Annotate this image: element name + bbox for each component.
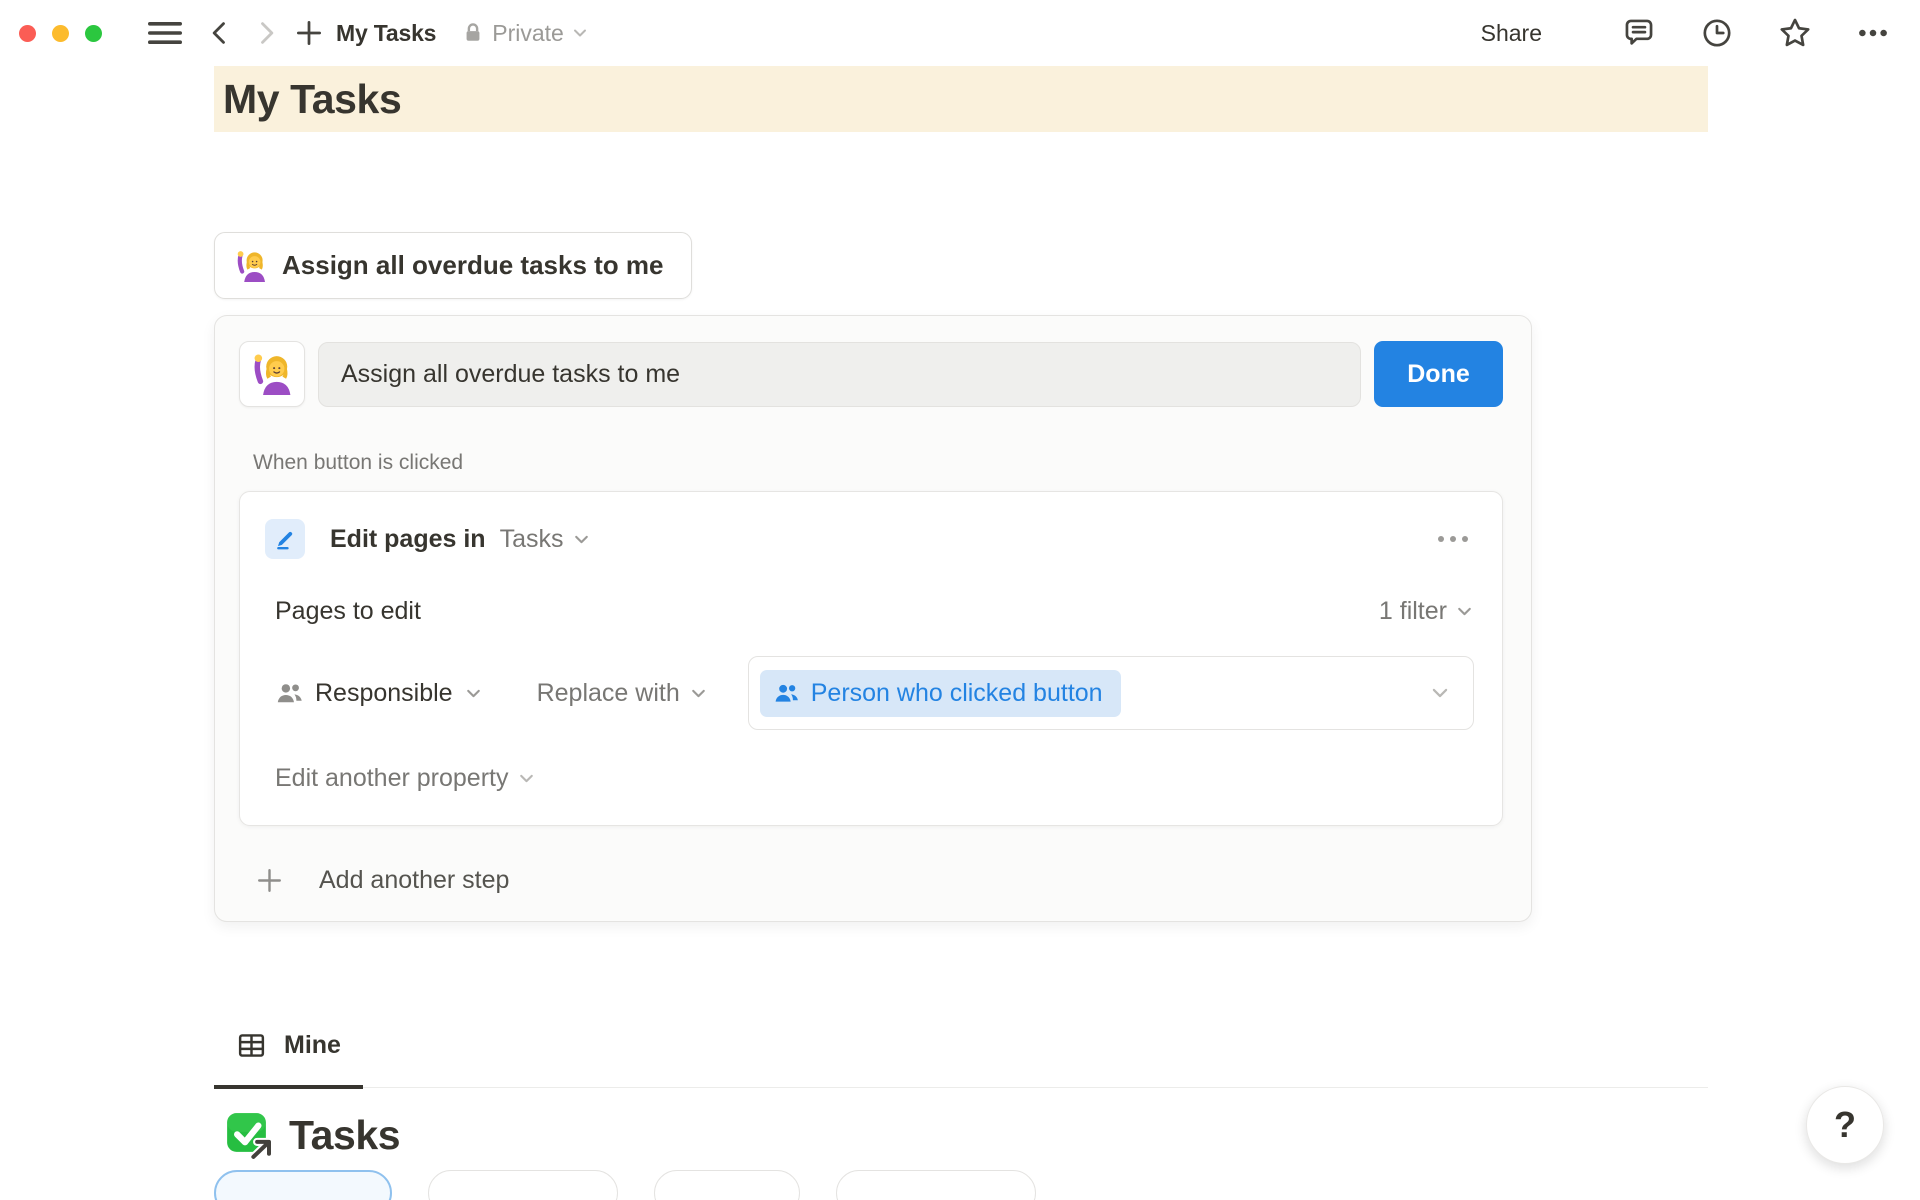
table-view-icon xyxy=(236,1030,267,1061)
more-options-icon[interactable] xyxy=(1856,16,1890,50)
chevron-down-icon xyxy=(1455,602,1474,621)
person-value-label: Person who clicked button xyxy=(811,679,1103,708)
chevron-down-icon xyxy=(572,530,591,549)
button-emoji-picker[interactable] xyxy=(239,341,305,407)
button-name-input[interactable] xyxy=(318,342,1361,407)
tab-mine[interactable]: Mine xyxy=(214,1030,363,1089)
chevron-down-icon xyxy=(1429,682,1451,704)
plus-icon xyxy=(255,866,284,895)
value-selector[interactable]: Person who clicked button xyxy=(748,656,1474,730)
page-title-highlight: My Tasks xyxy=(214,66,1708,132)
comments-icon[interactable] xyxy=(1622,16,1656,50)
woman-raising-hand-emoji xyxy=(251,353,293,395)
step-header: Edit pages in Tasks xyxy=(265,519,1474,559)
add-another-step-button[interactable]: Add another step xyxy=(255,866,1503,895)
new-tab-icon[interactable] xyxy=(294,18,324,48)
traffic-light-close[interactable] xyxy=(19,25,36,42)
property-name-label: Responsible xyxy=(315,679,453,708)
step-action-label: Edit pages in xyxy=(330,525,486,554)
view-tab-bar: Mine xyxy=(214,1030,1708,1088)
favorite-star-icon[interactable] xyxy=(1778,16,1812,50)
lock-icon xyxy=(462,21,484,45)
trigger-label: When button is clicked xyxy=(253,451,1503,475)
view-filter-pills xyxy=(214,1170,1920,1200)
chevron-down-icon xyxy=(517,769,536,788)
automation-step-card: Edit pages in Tasks Pages to edit 1 filt… xyxy=(239,491,1503,826)
edit-another-property-label: Edit another property xyxy=(275,764,508,793)
button-editor-panel: Done When button is clicked Edit pages i… xyxy=(214,315,1532,922)
back-icon[interactable] xyxy=(206,19,234,47)
traffic-light-zoom[interactable] xyxy=(85,25,102,42)
updates-clock-icon[interactable] xyxy=(1700,16,1734,50)
chevron-down-icon xyxy=(571,24,589,42)
chevron-down-icon xyxy=(689,684,708,703)
woman-raising-hand-emoji xyxy=(235,250,267,282)
filter-pill[interactable] xyxy=(654,1170,800,1200)
assign-tasks-button-label: Assign all overdue tasks to me xyxy=(282,250,663,281)
database-title[interactable]: Tasks xyxy=(289,1112,400,1159)
add-another-step-label: Add another step xyxy=(319,866,509,895)
breadcrumb-page-title[interactable]: My Tasks xyxy=(336,20,436,47)
filter-pill[interactable] xyxy=(836,1170,1036,1200)
step-database-selector[interactable]: Tasks xyxy=(500,525,591,554)
people-icon xyxy=(773,680,800,707)
edit-pages-icon xyxy=(265,519,305,559)
done-button[interactable]: Done xyxy=(1374,341,1503,407)
chevron-down-icon xyxy=(464,684,483,703)
share-button[interactable]: Share xyxy=(1481,20,1542,47)
page-title[interactable]: My Tasks xyxy=(223,76,401,123)
filter-pill-selected[interactable] xyxy=(214,1170,392,1200)
privacy-indicator[interactable]: Private xyxy=(462,20,589,47)
property-edit-row: Responsible Replace with Person who clic… xyxy=(265,656,1474,730)
step-more-options-icon[interactable] xyxy=(1432,530,1474,548)
tab-mine-label: Mine xyxy=(284,1031,341,1060)
help-button[interactable]: ? xyxy=(1806,1086,1884,1164)
filter-count-label: 1 filter xyxy=(1379,597,1447,626)
filter-button[interactable]: 1 filter xyxy=(1379,597,1474,626)
button-name-row: Done xyxy=(239,341,1503,407)
traffic-light-minimize[interactable] xyxy=(52,25,69,42)
privacy-label: Private xyxy=(492,20,564,47)
people-icon xyxy=(275,679,304,708)
filter-pill[interactable] xyxy=(428,1170,618,1200)
database-heading: Tasks xyxy=(224,1110,1920,1160)
operation-selector[interactable]: Replace with xyxy=(537,679,708,708)
pages-to-edit-row: Pages to edit 1 filter xyxy=(265,597,1474,626)
sidebar-menu-icon[interactable] xyxy=(148,19,182,47)
pages-to-edit-label: Pages to edit xyxy=(275,597,421,626)
tasks-database-icon xyxy=(224,1110,274,1160)
property-selector[interactable]: Responsible xyxy=(275,679,483,708)
person-value-chip: Person who clicked button xyxy=(760,670,1121,717)
edit-another-property-button[interactable]: Edit another property xyxy=(265,764,1474,793)
step-database-name: Tasks xyxy=(500,525,564,554)
window-titlebar: My Tasks Private Share xyxy=(0,0,1920,66)
forward-icon[interactable] xyxy=(252,19,280,47)
assign-tasks-button[interactable]: Assign all overdue tasks to me xyxy=(214,232,692,299)
operation-label: Replace with xyxy=(537,679,680,708)
